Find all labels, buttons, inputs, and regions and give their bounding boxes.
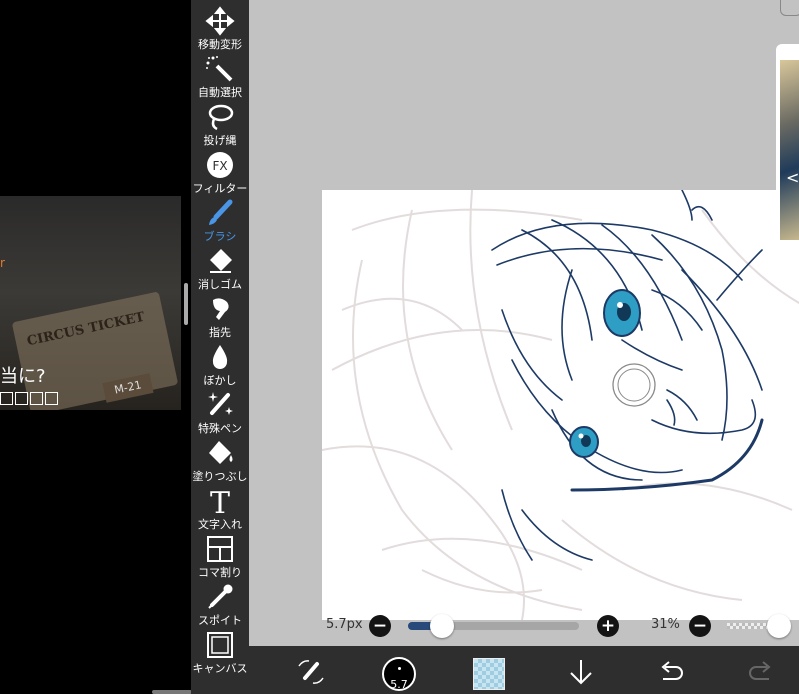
finger-icon — [213, 298, 229, 320]
tool-canvas[interactable]: キャンバス — [191, 630, 249, 675]
panel-icon — [207, 536, 233, 562]
tool-special-pen[interactable]: 特殊ペン — [191, 390, 249, 435]
layer-panel-tab[interactable]: < — [776, 44, 799, 272]
opacity-slider-knob[interactable] — [767, 614, 791, 638]
eyedropper-icon — [208, 584, 233, 609]
tool-brush[interactable]: ブラシ — [191, 198, 249, 243]
split-view-left-pane[interactable]: CIRCUS TICKET M-21 r 当に? — [0, 0, 192, 694]
tool-eraser[interactable]: 消しゴム — [191, 246, 249, 291]
opacity-decrease-button[interactable]: − — [689, 615, 711, 637]
tool-smudge-label: 指先 — [209, 326, 231, 339]
tool-switch-icon[interactable] — [295, 656, 327, 688]
caption-accent: r — [0, 256, 5, 270]
tool-eyedropper[interactable]: スポイト — [191, 582, 249, 627]
tool-filter[interactable]: FX フィルター — [191, 150, 249, 195]
tool-special-pen-label: 特殊ペン — [198, 422, 242, 435]
split-view-divider-handle[interactable] — [184, 283, 188, 325]
brush-icon — [209, 199, 233, 225]
tool-eyedropper-label: スポイト — [198, 614, 242, 627]
tool-brush-label: ブラシ — [203, 230, 237, 243]
tool-canvas-label: キャンバス — [192, 662, 248, 675]
canvas-icon — [207, 632, 233, 658]
tool-magic-wand[interactable]: 自動選択 — [191, 54, 249, 99]
move-arrows-icon — [205, 6, 235, 36]
sketch-artwork — [322, 190, 799, 620]
download-arrow-icon[interactable] — [565, 656, 597, 688]
color-swatch[interactable] — [473, 658, 505, 690]
tool-text-label: 文字入れ — [198, 518, 242, 531]
tool-blur-label: ぼかし — [203, 374, 237, 387]
tool-magic-wand-label: 自動選択 — [198, 86, 242, 99]
video-thumbnail[interactable]: CIRCUS TICKET M-21 r 当に? — [0, 196, 181, 410]
tool-frame-label: コマ割り — [198, 566, 242, 579]
tool-fill[interactable]: 塗りつぶし — [191, 438, 249, 483]
tool-smudge[interactable]: 指先 — [191, 294, 249, 339]
tool-blur[interactable]: ぼかし — [191, 342, 249, 387]
bottom-bar: 5.7 — [249, 646, 799, 694]
magic-wand-icon — [206, 56, 233, 82]
size-decrease-button[interactable]: − — [369, 615, 391, 637]
tool-lasso-label: 投げ縄 — [203, 134, 237, 147]
tool-lasso[interactable]: 投げ縄 — [191, 102, 249, 147]
eraser-icon — [210, 249, 232, 273]
drop-icon — [212, 345, 228, 369]
undo-icon[interactable] — [655, 656, 687, 688]
opacity-label: 31% — [651, 617, 680, 632]
caption-boxes — [0, 392, 58, 405]
drawing-canvas[interactable] — [322, 190, 799, 620]
brush-size-button[interactable]: 5.7 — [382, 657, 416, 691]
fx-icon-text: FX — [212, 159, 227, 173]
sparkle-pen-icon — [208, 392, 233, 415]
tool-fill-label: 塗りつぶし — [192, 470, 248, 483]
size-increase-button[interactable]: + — [597, 615, 619, 637]
tool-move[interactable]: 移動変形 — [191, 6, 249, 51]
tool-bar: 移動変形 自動選択 投げ縄 FX フィルター ブラシ 消しゴム 指先 ぼかし 特… — [191, 0, 249, 694]
brush-size-badge: 5.7 — [390, 678, 408, 691]
tool-move-label: 移動変形 — [198, 38, 242, 51]
brush-size-slider-knob[interactable] — [430, 614, 455, 638]
menu-corner-button[interactable] — [780, 0, 799, 16]
lasso-icon — [208, 104, 234, 131]
canvas-workspace[interactable]: < — [249, 0, 799, 646]
home-indicator — [152, 690, 192, 694]
tool-text[interactable]: T 文字入れ — [191, 486, 249, 531]
chevron-left-icon[interactable]: < — [786, 168, 799, 187]
tool-filter-label: フィルター — [192, 182, 248, 195]
tool-eraser-label: 消しゴム — [198, 278, 242, 291]
text-icon-glyph: T — [210, 486, 230, 516]
brush-slider-row: 5.7px − + 31% − — [249, 614, 799, 640]
layer-thumbnail[interactable] — [780, 60, 799, 240]
tool-frame[interactable]: コマ割り — [191, 534, 249, 579]
bucket-icon — [209, 441, 233, 464]
fx-icon: FX — [207, 152, 233, 178]
brush-size-label: 5.7px — [326, 617, 363, 632]
video-caption: 当に? — [0, 366, 46, 387]
text-icon: T — [210, 486, 230, 516]
redo-icon[interactable] — [745, 656, 777, 688]
